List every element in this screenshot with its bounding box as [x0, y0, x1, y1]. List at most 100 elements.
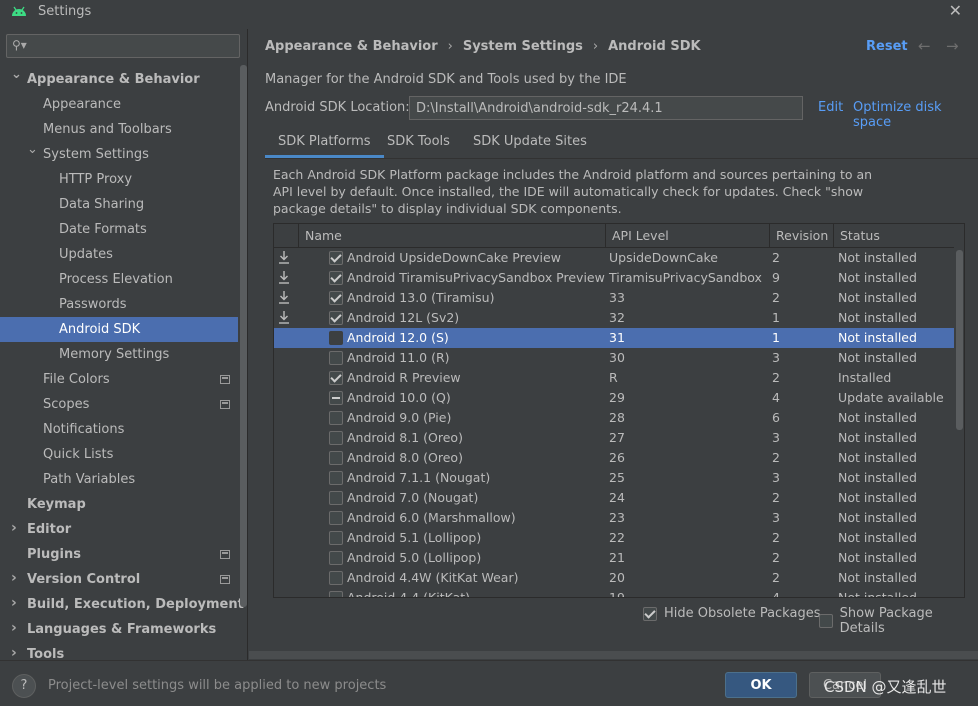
table-row[interactable]: Android 12L (Sv2) 32 1 Not installed	[274, 308, 954, 328]
sidebar-item-label: HTTP Proxy	[59, 172, 133, 187]
sidebar-item[interactable]: Memory Settings	[0, 342, 238, 367]
row-revision: 2	[772, 370, 780, 385]
tab-sdk-platforms[interactable]: SDK Platforms	[265, 129, 384, 158]
sidebar-scrollbar[interactable]	[240, 65, 247, 607]
table-row[interactable]: Android UpsideDownCake Preview UpsideDown…	[274, 248, 954, 268]
sidebar-item-label: File Colors	[43, 372, 110, 387]
sidebar-item[interactable]: Path Variables	[0, 467, 238, 492]
table-row[interactable]: Android 9.0 (Pie) 28 6 Not installed	[274, 408, 954, 428]
table-row[interactable]: Android 7.0 (Nougat) 24 2 Not installed	[274, 488, 954, 508]
package-checkbox[interactable]	[329, 471, 343, 485]
package-checkbox[interactable]	[329, 411, 343, 425]
chevron-right-icon[interactable]: ›	[11, 520, 17, 536]
table-row[interactable]: Android 8.0 (Oreo) 26 2 Not installed	[274, 448, 954, 468]
hide-obsolete-option[interactable]: Hide Obsolete Packages	[643, 606, 820, 621]
table-row[interactable]: Android 5.1 (Lollipop) 22 2 Not installed	[274, 528, 954, 548]
package-checkbox[interactable]	[329, 351, 343, 365]
sidebar-item[interactable]: Quick Lists	[0, 442, 238, 467]
optimize-disk-space-link[interactable]: Optimize disk space	[853, 100, 978, 130]
tab-sdk-update-sites[interactable]: SDK Update Sites	[460, 129, 600, 158]
chevron-right-icon[interactable]: ›	[11, 620, 17, 636]
sidebar-item[interactable]: Plugins	[0, 542, 238, 567]
forward-arrow-icon[interactable]: →	[946, 37, 959, 55]
table-row[interactable]: Android 10.0 (Q) 29 4 Update available	[274, 388, 954, 408]
sdk-location-field[interactable]	[409, 96, 803, 120]
tab-sdk-tools[interactable]: SDK Tools	[374, 129, 463, 158]
chevron-right-icon[interactable]: ›	[11, 645, 17, 661]
package-checkbox[interactable]	[329, 511, 343, 525]
sidebar-item[interactable]: ⌄ System Settings	[0, 142, 238, 167]
sidebar-item[interactable]: Scopes	[0, 392, 238, 417]
table-body: Android UpsideDownCake Preview UpsideDown…	[274, 248, 954, 597]
package-checkbox[interactable]	[329, 591, 343, 597]
package-checkbox[interactable]	[329, 431, 343, 445]
table-row[interactable]: Android 6.0 (Marshmallow) 23 3 Not installe…	[274, 508, 954, 528]
sidebar-item[interactable]: › Build, Execution, Deployment	[0, 592, 244, 617]
sidebar-item[interactable]: Updates	[0, 242, 238, 267]
ok-button[interactable]: OK	[725, 672, 797, 698]
chevron-right-icon[interactable]: ›	[11, 595, 17, 611]
row-status: Not installed	[838, 450, 917, 465]
sidebar-item[interactable]: › Editor	[0, 517, 238, 542]
sidebar-item[interactable]: Menus and Toolbars	[0, 117, 238, 142]
column-header-status[interactable]: Status	[833, 224, 954, 248]
column-header-api-level[interactable]: API Level	[605, 224, 769, 248]
table-row[interactable]: Android 4.4W (KitKat Wear) 20 2 Not install…	[274, 568, 954, 588]
sidebar-item[interactable]: Notifications	[0, 417, 238, 442]
sidebar-item[interactable]: Keymap	[0, 492, 238, 517]
package-checkbox[interactable]	[329, 491, 343, 505]
table-scrollbar[interactable]	[956, 250, 963, 430]
sidebar-item[interactable]: File Colors	[0, 367, 238, 392]
table-row[interactable]: Android 7.1.1 (Nougat) 25 3 Not installed	[274, 468, 954, 488]
search-input[interactable]	[31, 37, 231, 55]
column-header-name[interactable]: Name	[298, 224, 605, 248]
sidebar-item[interactable]: Process Elevation	[0, 267, 238, 292]
sidebar-item[interactable]: Android SDK	[0, 317, 238, 342]
close-icon[interactable]: ✕	[949, 1, 962, 20]
sidebar-item[interactable]: Passwords	[0, 292, 238, 317]
table-row[interactable]: Android 11.0 (R) 30 3 Not installed	[274, 348, 954, 368]
table-row[interactable]: Android R Preview R 2 Installed	[274, 368, 954, 388]
package-checkbox[interactable]	[329, 391, 343, 405]
package-checkbox[interactable]	[329, 551, 343, 565]
row-revision: 1	[772, 330, 780, 345]
reset-link[interactable]: Reset	[866, 39, 908, 54]
show-details-checkbox[interactable]	[819, 614, 833, 628]
package-checkbox[interactable]	[329, 531, 343, 545]
sidebar-item[interactable]: Data Sharing	[0, 192, 238, 217]
row-name: Android TiramisuPrivacySandbox Preview	[347, 270, 605, 285]
sidebar-item[interactable]: Date Formats	[0, 217, 238, 242]
table-row[interactable]: Android 4.4 (KitKat) 19 4 Not installed	[274, 588, 954, 597]
sidebar-item-label: System Settings	[43, 147, 149, 162]
table-row[interactable]: Android 8.1 (Oreo) 27 3 Not installed	[274, 428, 954, 448]
package-checkbox[interactable]	[329, 331, 343, 345]
help-button[interactable]: ?	[12, 674, 36, 698]
edit-link[interactable]: Edit	[818, 100, 843, 115]
sidebar-item[interactable]: › Version Control	[0, 567, 238, 592]
sidebar-item[interactable]: ⌄ Appearance & Behavior	[0, 67, 238, 92]
package-checkbox[interactable]	[329, 311, 343, 325]
horizontal-scrollbar[interactable]	[249, 651, 978, 659]
package-checkbox[interactable]	[329, 251, 343, 265]
sidebar-item[interactable]: HTTP Proxy	[0, 167, 238, 192]
search-box[interactable]: ⚲▾	[6, 34, 240, 58]
table-row[interactable]: Android 13.0 (Tiramisu) 33 2 Not installed	[274, 288, 954, 308]
back-arrow-icon[interactable]: ←	[918, 37, 931, 55]
package-checkbox[interactable]	[329, 571, 343, 585]
package-checkbox[interactable]	[329, 291, 343, 305]
chevron-down-icon[interactable]: ⌄	[11, 67, 22, 82]
table-row[interactable]: Android 12.0 (S) 31 1 Not installed	[274, 328, 954, 348]
row-status: Not installed	[838, 330, 917, 345]
chevron-down-icon[interactable]: ⌄	[27, 142, 38, 157]
table-row[interactable]: Android TiramisuPrivacySandbox Preview Ti…	[274, 268, 954, 288]
chevron-right-icon[interactable]: ›	[11, 570, 17, 586]
package-checkbox[interactable]	[329, 451, 343, 465]
sidebar-item[interactable]: Appearance	[0, 92, 238, 117]
show-details-option[interactable]: Show Package Details	[819, 606, 978, 636]
package-checkbox[interactable]	[329, 271, 343, 285]
hide-obsolete-checkbox[interactable]	[643, 606, 657, 621]
table-row[interactable]: Android 5.0 (Lollipop) 21 2 Not installed	[274, 548, 954, 568]
sidebar-item[interactable]: › Languages & Frameworks	[0, 617, 238, 642]
package-checkbox[interactable]	[329, 371, 343, 385]
column-header-revision[interactable]: Revision	[769, 224, 833, 248]
